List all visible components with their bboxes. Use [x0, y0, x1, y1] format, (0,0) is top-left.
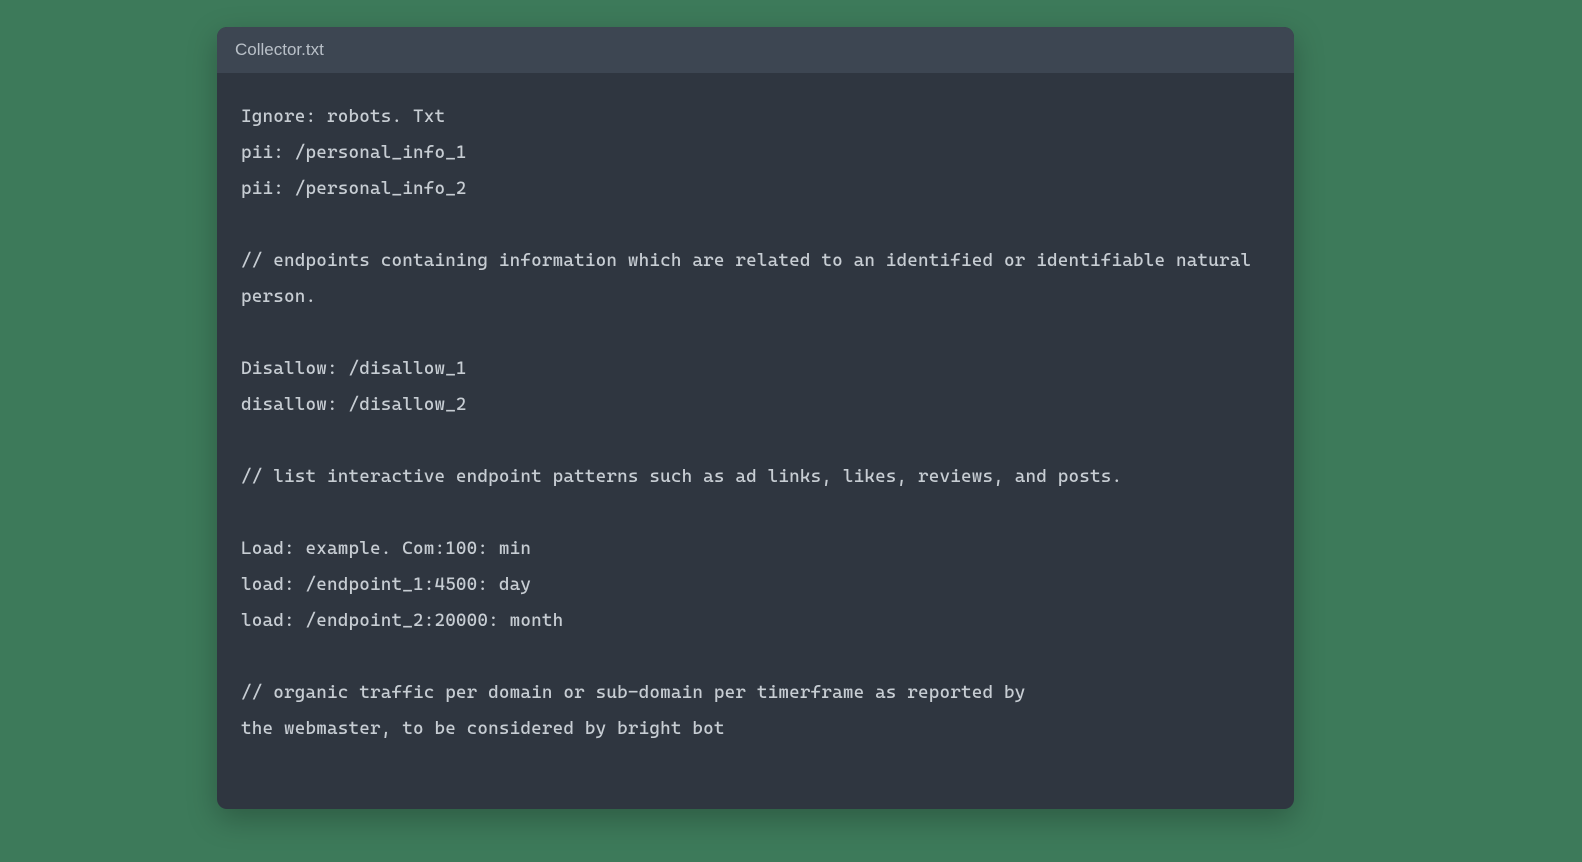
code-line: [241, 639, 1270, 675]
code-line: pii: /personal_info_2: [241, 171, 1270, 207]
code-window: Collector.txt Ignore: robots. Txtpii: /p…: [217, 27, 1294, 809]
code-line: [241, 207, 1270, 243]
code-line: load: /endpoint_2:20000: month: [241, 603, 1270, 639]
code-line: pii: /personal_info_1: [241, 135, 1270, 171]
code-line: Load: example. Com:100: min: [241, 531, 1270, 567]
code-line: load: /endpoint_1:4500: day: [241, 567, 1270, 603]
code-line: [241, 315, 1270, 351]
window-title: Collector.txt: [235, 40, 324, 60]
code-line: the webmaster, to be considered by brigh…: [241, 711, 1270, 747]
code-line: // endpoints containing information whic…: [241, 243, 1270, 315]
code-area: Ignore: robots. Txtpii: /personal_info_1…: [217, 73, 1294, 773]
code-line: [241, 423, 1270, 459]
window-titlebar: Collector.txt: [217, 27, 1294, 73]
code-line: [241, 495, 1270, 531]
code-line: Ignore: robots. Txt: [241, 99, 1270, 135]
code-line: Disallow: /disallow_1: [241, 351, 1270, 387]
code-line: // list interactive endpoint patterns su…: [241, 459, 1270, 495]
code-line: // organic traffic per domain or sub-dom…: [241, 675, 1270, 711]
code-line: disallow: /disallow_2: [241, 387, 1270, 423]
